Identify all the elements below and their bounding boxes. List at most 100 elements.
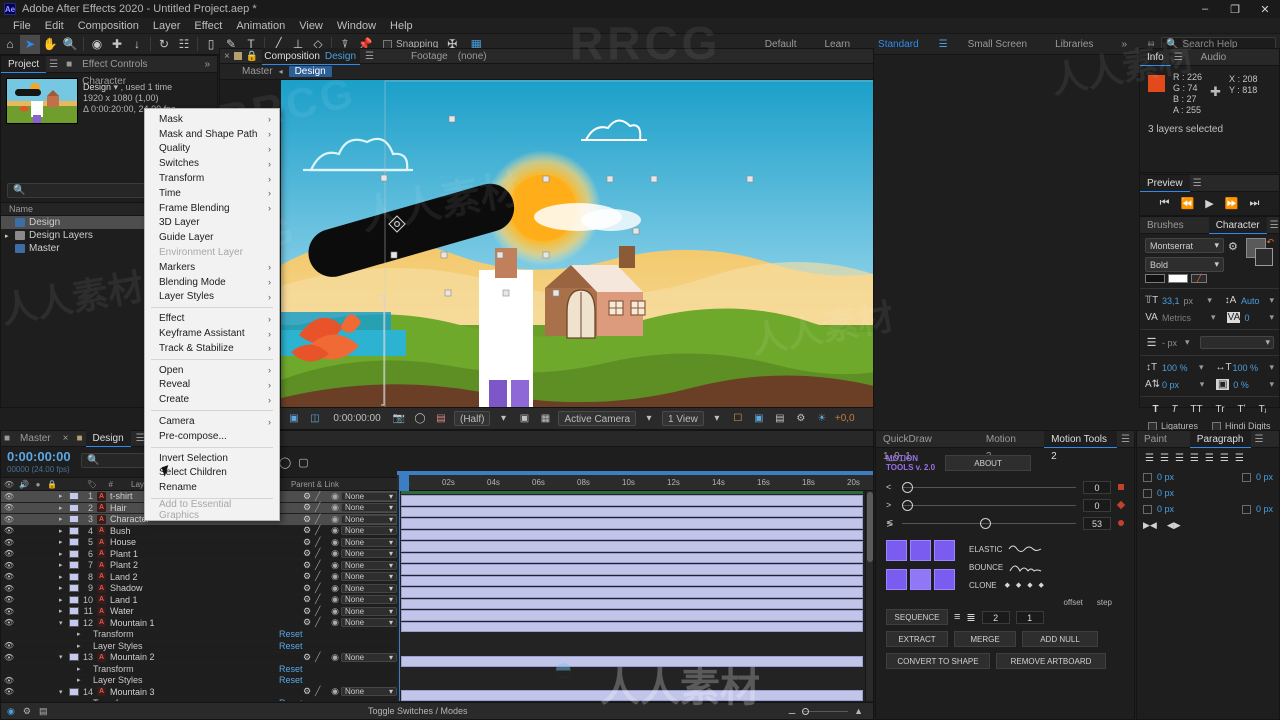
white-swatch[interactable] [1168, 274, 1188, 283]
project-column-name[interactable]: Name [9, 204, 33, 214]
layer-label-color[interactable] [69, 607, 79, 616]
layer-bar[interactable] [401, 541, 863, 552]
view-count-dropdown-icon[interactable]: ▾ [709, 411, 725, 427]
table-row[interactable]: 👁 ▸ 8 A Land 2 ⚙ ╱ ◉ None ▾ [1, 571, 397, 583]
playhead-marker[interactable] [399, 475, 409, 491]
table-row[interactable]: 👁 ▸ 11 A Water ⚙ ╱ ◉ None ▾ [1, 606, 397, 618]
parent-dropdown[interactable]: None ▾ [341, 595, 397, 605]
parent-pickwhip-icon[interactable]: ◉ [329, 652, 341, 663]
anchor-top-right[interactable] [934, 540, 955, 561]
parent-dropdown[interactable]: None ▾ [341, 652, 397, 662]
ltr-direction-icon[interactable]: ▶◀ [1143, 520, 1157, 531]
workspace-standard[interactable]: Standard [864, 34, 933, 55]
ease-in-slider[interactable] [902, 481, 1076, 493]
align-center-icon[interactable]: ☰ [1160, 453, 1169, 464]
anchor-top-left[interactable] [886, 540, 907, 561]
menu-item-mask[interactable]: Mask › [145, 112, 279, 127]
parent-dropdown[interactable]: None ▾ [341, 491, 397, 501]
kerning-value[interactable]: Metrics [1162, 313, 1191, 323]
chevron-down-icon[interactable]: ▾ [59, 653, 69, 661]
layer-visibility-icon[interactable]: 👁 [1, 515, 17, 524]
layer-switch-icon[interactable]: ⚙ [299, 583, 315, 594]
baseline-dropdown-icon[interactable]: ▾ [1200, 379, 1205, 390]
parent-pickwhip-icon[interactable]: ◉ [329, 594, 341, 605]
chevron-right-icon[interactable]: ▸ [77, 699, 89, 701]
layer-bar[interactable] [401, 656, 863, 667]
layer-label-color[interactable] [69, 572, 79, 581]
indent-right-value[interactable]: 0 px [1256, 472, 1273, 482]
all-caps-icon[interactable]: TT [1190, 404, 1202, 415]
zoom-in-icon[interactable]: ▲ [854, 706, 863, 716]
font-style-dropdown[interactable]: Bold ▾ [1145, 257, 1224, 272]
chevron-right-icon[interactable]: ▸ [59, 607, 69, 615]
layer-label-color[interactable] [69, 503, 79, 512]
grid-guides-icon[interactable]: ▣ [286, 411, 302, 427]
layer-label-color[interactable] [69, 618, 79, 627]
layer-name[interactable]: Mountain 2 [106, 652, 299, 662]
region-of-interest-icon[interactable]: ◫ [307, 411, 323, 427]
breadcrumb-master[interactable]: Master [242, 66, 273, 77]
menu-item-track-and-stabilize[interactable]: Track & Stabilize › [145, 341, 279, 356]
pixel-aspect-icon[interactable]: ☐ [730, 411, 746, 427]
last-frame-icon[interactable]: ⏭ [1249, 197, 1259, 210]
table-row[interactable]: 👁 ▸ 4 A Bush ⚙ ╱ ◉ None ▾ [1, 525, 397, 537]
resolution-dropdown-icon[interactable]: ▾ [495, 411, 511, 427]
chevron-down-icon[interactable]: ▾ [59, 688, 69, 696]
chevron-right-icon[interactable]: ▸ [59, 596, 69, 604]
zoom-knob[interactable] [802, 707, 810, 715]
preview-panel-menu-icon[interactable]: ☰ [1190, 175, 1205, 192]
step-value[interactable]: 1 [1015, 610, 1044, 624]
property-group-name[interactable]: Layer Styles [89, 675, 279, 685]
stroke-dropdown-icon[interactable]: ▾ [1185, 337, 1190, 348]
tab-preview[interactable]: Preview [1140, 174, 1190, 192]
layer-bar[interactable] [401, 575, 863, 586]
tab-quickdraw[interactable]: QuickDraw 1_0_1 [876, 431, 963, 462]
parent-pickwhip-icon[interactable]: ◉ [329, 537, 341, 548]
about-button[interactable]: ABOUT [945, 455, 1032, 471]
anchor-center[interactable] [910, 568, 931, 590]
baseline-shift-value[interactable]: 0 px [1162, 380, 1179, 390]
tab-design-comp[interactable]: Design [85, 430, 131, 447]
layer-label-color[interactable] [69, 492, 79, 501]
layer-visibility-icon[interactable]: 👁 [1, 503, 17, 512]
dolly-tool-icon[interactable]: ↓ [127, 35, 147, 54]
menu-item-effect[interactable]: Effect › [145, 311, 279, 326]
hand-tool-icon[interactable]: ✋ [40, 35, 60, 54]
layer-label-color[interactable] [69, 561, 79, 570]
exposure-value[interactable]: +0,0 [835, 413, 855, 424]
close-tab-icon[interactable]: × [220, 48, 234, 65]
layer-switch-icon[interactable]: ⚙ [299, 606, 315, 617]
property-group-name[interactable]: Transform [89, 698, 279, 701]
layer-name[interactable]: Land 1 [106, 595, 299, 605]
parent-pickwhip-icon[interactable]: ◉ [329, 571, 341, 582]
rotation-tool-icon[interactable]: ↻ [154, 35, 174, 54]
tab-project[interactable]: Project [1, 55, 47, 73]
timeline-icon[interactable]: ▤ [772, 411, 788, 427]
paragraph-panel-menu-icon[interactable]: ☰ [1251, 431, 1268, 448]
small-caps-icon[interactable]: Tr [1216, 404, 1225, 415]
camera-dropdown-icon[interactable]: ▾ [641, 411, 657, 427]
layer-context-menu[interactable]: Mask › Mask and Shape Path › Quality › Swit… [144, 108, 280, 521]
minimize-icon[interactable]: – [1190, 0, 1220, 18]
layer-visibility-icon[interactable]: 👁 [1, 549, 17, 558]
layer-label-color[interactable] [69, 515, 79, 524]
layer-visibility-icon[interactable]: 👁 [1, 584, 17, 593]
next-frame-icon[interactable]: ⏩ [1225, 197, 1239, 210]
menu-item-camera[interactable]: Camera › [145, 414, 279, 429]
first-frame-icon[interactable]: ⏮ [1160, 197, 1170, 210]
project-tabs-overflow-icon[interactable]: » [197, 56, 217, 73]
leading-value[interactable]: Auto [1241, 296, 1260, 306]
motion-blur-switch-icon[interactable]: ╱ [315, 560, 329, 571]
show-snapshot-icon[interactable]: ◯ [412, 411, 428, 427]
layer-name[interactable]: Plant 2 [106, 560, 299, 570]
menu-composition[interactable]: Composition [71, 18, 146, 34]
comp-dropdown-icon[interactable]: ▾ [114, 82, 119, 92]
close-icon[interactable]: ✕ [1250, 0, 1280, 18]
menu-item-3d-layer[interactable]: 3D Layer [145, 216, 279, 231]
justify-last-center-icon[interactable]: ☰ [1205, 453, 1214, 464]
camera-view-dropdown[interactable]: Active Camera [558, 411, 637, 426]
layer-visibility-icon[interactable]: 👁 [1, 618, 17, 627]
motion-blur-switch-icon[interactable]: ╱ [315, 617, 329, 628]
layer-visibility-icon[interactable]: 👁 [1, 526, 17, 535]
stroke-color-swatch[interactable] [1255, 248, 1273, 266]
